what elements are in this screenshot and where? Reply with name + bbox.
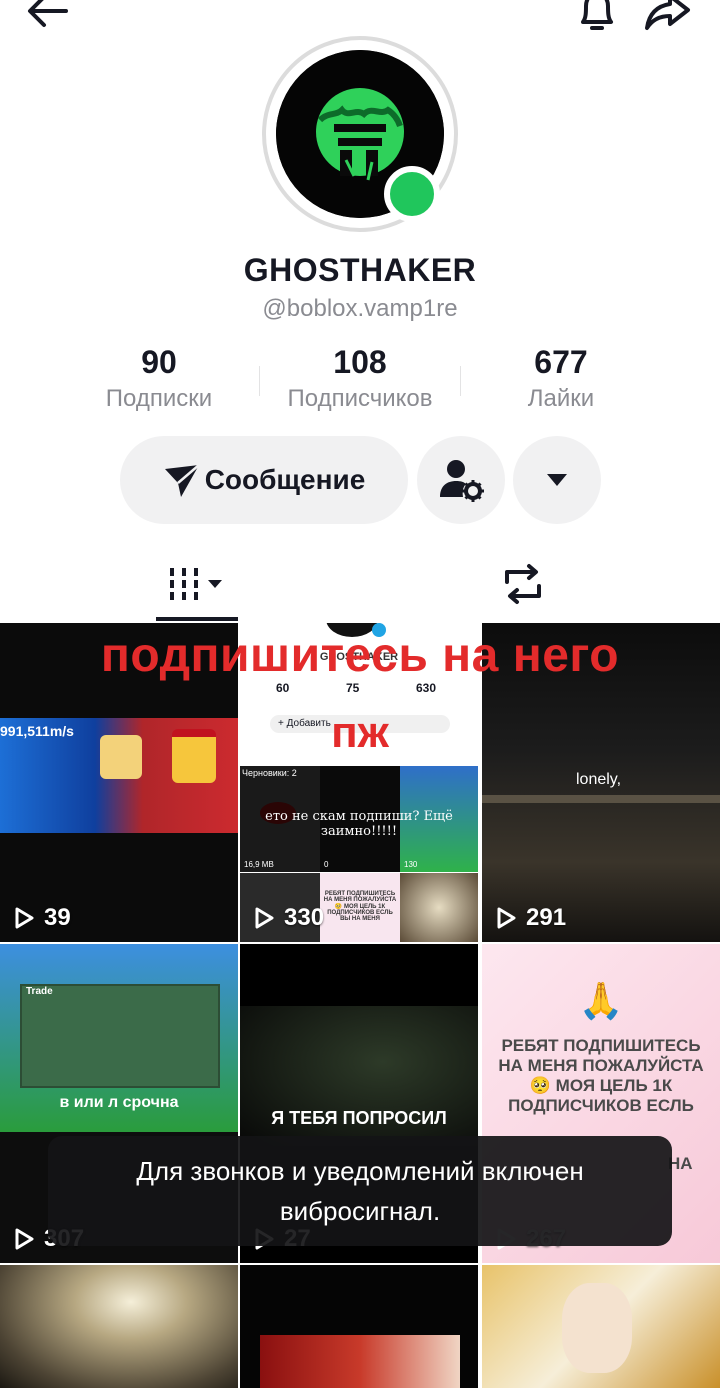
- video-thumbnail-9[interactable]: [482, 1265, 720, 1388]
- view-count: 330: [252, 904, 324, 932]
- tab-videos[interactable]: [156, 548, 238, 620]
- stat-followers-label: Подписчиков: [287, 385, 433, 412]
- tab-reposts[interactable]: [482, 548, 564, 620]
- play-icon: [15, 1228, 34, 1250]
- toast-notification: Для звонков и уведомлений включен виброс…: [48, 1136, 672, 1246]
- online-status-dot: [384, 166, 440, 222]
- stat-following-label: Подписки: [105, 385, 213, 412]
- overlay-caption-2: пж: [331, 708, 389, 757]
- add-friend-button[interactable]: [417, 436, 505, 524]
- back-arrow-icon[interactable]: [22, 0, 72, 38]
- stat-followers[interactable]: 108 Подписчиков: [260, 344, 460, 413]
- message-button-label: Сообщение: [204, 464, 366, 495]
- user-settings-icon: [440, 460, 484, 502]
- more-dropdown-button[interactable]: [513, 436, 601, 524]
- repost-icon: [505, 564, 541, 604]
- view-count: 291: [494, 904, 566, 932]
- share-icon[interactable]: [642, 0, 692, 38]
- stat-likes-label: Лайки: [527, 385, 595, 412]
- view-count: 39: [12, 904, 71, 932]
- message-button[interactable]: Сообщение: [120, 436, 408, 524]
- grid-icon: [170, 568, 222, 600]
- overlay-caption: подпишитесь на него: [100, 629, 620, 682]
- bell-icon[interactable]: [572, 0, 622, 38]
- username: @boblox.vamp1re: [262, 295, 458, 322]
- video-thumbnail-7[interactable]: [0, 1265, 238, 1388]
- play-icon: [255, 907, 274, 929]
- play-icon: [15, 907, 34, 929]
- stat-likes-value: 677: [534, 344, 588, 380]
- stat-likes[interactable]: 677 Лайки: [461, 344, 661, 413]
- display-name: GHOSTHAKER: [243, 252, 477, 288]
- play-icon: [497, 907, 516, 929]
- triangle-down-icon: [547, 474, 567, 486]
- stat-following-value: 90: [141, 344, 177, 380]
- video-thumbnail-8[interactable]: [240, 1265, 478, 1388]
- toast-text: Для звонков и уведомлений включен виброс…: [136, 1156, 584, 1226]
- stat-following[interactable]: 90 Подписки: [59, 344, 259, 413]
- stat-followers-value: 108: [333, 344, 387, 380]
- send-icon: [164, 464, 200, 497]
- tab-active-indicator: [156, 617, 238, 621]
